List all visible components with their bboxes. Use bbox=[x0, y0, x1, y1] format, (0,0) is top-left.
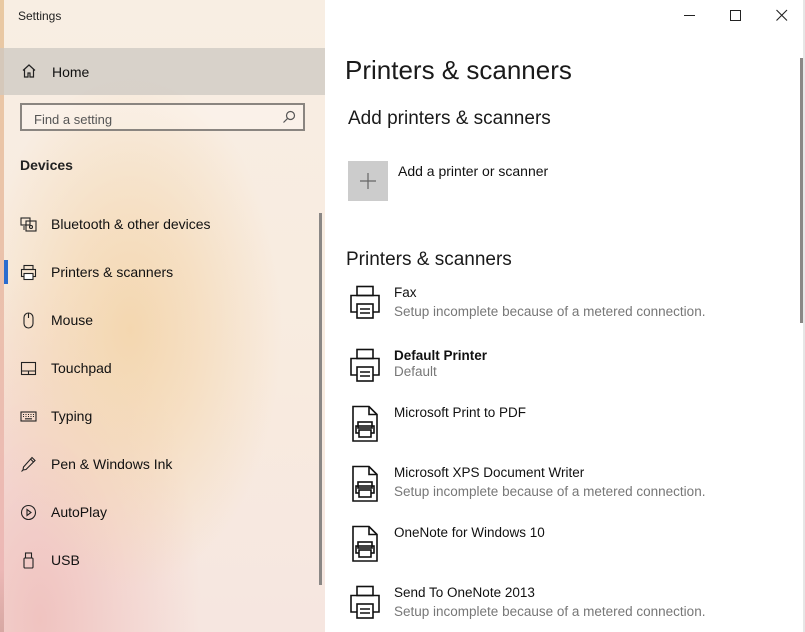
sidebar-item-bluetooth[interactable]: Bluetooth & other devices bbox=[0, 204, 318, 244]
sidebar-item-label: Typing bbox=[51, 408, 93, 424]
sidebar-item-label: Bluetooth & other devices bbox=[51, 216, 211, 232]
mouse-icon bbox=[23, 312, 34, 329]
settings-window: Settings Home Devices Bluetooth & other … bbox=[0, 0, 805, 632]
printer-icon bbox=[350, 348, 380, 382]
printer-status: Setup incomplete because of a metered co… bbox=[394, 484, 706, 499]
nav-scrollbar[interactable] bbox=[319, 213, 322, 585]
home-icon bbox=[22, 64, 36, 78]
add-printer-button[interactable] bbox=[348, 161, 388, 201]
bluetooth-devices-icon bbox=[20, 217, 37, 232]
close-button[interactable] bbox=[759, 0, 805, 31]
printer-name: OneNote for Windows 10 bbox=[394, 525, 545, 540]
printer-item-onenote-win10[interactable]: OneNote for Windows 10 bbox=[345, 525, 785, 575]
keyboard-icon bbox=[20, 411, 37, 422]
minimize-icon bbox=[684, 15, 695, 16]
sidebar-item-mouse[interactable]: Mouse bbox=[0, 300, 318, 340]
document-printer-icon bbox=[352, 465, 378, 502]
printer-item-fax[interactable]: Fax Setup incomplete because of a metere… bbox=[345, 285, 785, 335]
sidebar-item-label: Mouse bbox=[51, 312, 94, 328]
pen-icon bbox=[21, 456, 36, 472]
page-title: Printers & scanners bbox=[345, 55, 572, 85]
sidebar-item-pen[interactable]: Pen & Windows Ink bbox=[0, 444, 318, 484]
search-input[interactable] bbox=[32, 109, 276, 129]
printer-name: Microsoft Print to PDF bbox=[394, 405, 527, 420]
sidebar-item-label: AutoPlay bbox=[51, 504, 108, 520]
printer-item-send-to-onenote[interactable]: Send To OneNote 2013 Setup incomplete be… bbox=[345, 585, 785, 632]
sidebar-item-label: Pen & Windows Ink bbox=[51, 456, 173, 472]
sidebar-item-label: Printers & scanners bbox=[51, 264, 174, 280]
printer-name: Send To OneNote 2013 bbox=[394, 585, 535, 600]
sidebar-item-autoplay[interactable]: AutoPlay bbox=[0, 492, 318, 532]
printer-item-print-to-pdf[interactable]: Microsoft Print to PDF bbox=[345, 405, 785, 455]
plus-icon bbox=[360, 173, 376, 189]
printer-status: Setup incomplete because of a metered co… bbox=[394, 604, 706, 619]
maximize-icon bbox=[730, 10, 741, 21]
touchpad-icon bbox=[20, 361, 37, 376]
maximize-button[interactable] bbox=[713, 0, 759, 31]
document-printer-icon bbox=[352, 405, 378, 442]
navigation-pane: Settings Home Devices Bluetooth & other … bbox=[0, 0, 325, 632]
printer-name: Microsoft XPS Document Writer bbox=[394, 465, 585, 480]
sidebar-item-printers-scanners[interactable]: Printers & scanners bbox=[0, 252, 318, 292]
printer-name: Fax bbox=[394, 285, 417, 300]
add-printer-label[interactable]: Add a printer or scanner bbox=[398, 163, 548, 179]
window-title: Settings bbox=[18, 9, 62, 23]
sidebar-item-touchpad[interactable]: Touchpad bbox=[0, 348, 318, 388]
printer-item-xps-writer[interactable]: Microsoft XPS Document Writer Setup inco… bbox=[345, 465, 785, 515]
close-icon bbox=[776, 9, 788, 21]
sidebar-item-label: USB bbox=[51, 552, 80, 568]
add-section-title: Add printers & scanners bbox=[348, 108, 551, 129]
sidebar-item-typing[interactable]: Typing bbox=[0, 396, 318, 436]
document-printer-icon bbox=[352, 525, 378, 562]
sidebar-item-label: Touchpad bbox=[51, 360, 112, 376]
section-title: Devices bbox=[20, 157, 73, 173]
sidebar-item-usb[interactable]: USB bbox=[0, 540, 318, 580]
printers-section-title: Printers & scanners bbox=[346, 249, 512, 270]
nav-home-label: Home bbox=[52, 64, 90, 80]
content-pane: Printers & scanners Add printers & scann… bbox=[325, 0, 805, 632]
usb-icon bbox=[23, 552, 34, 569]
selection-indicator bbox=[4, 260, 8, 284]
search-icon[interactable] bbox=[282, 110, 296, 124]
printer-status: Setup incomplete because of a metered co… bbox=[394, 304, 706, 319]
nav-home[interactable]: Home bbox=[0, 48, 325, 95]
printer-icon bbox=[350, 585, 380, 619]
minimize-button[interactable] bbox=[667, 0, 713, 31]
autoplay-icon bbox=[20, 504, 37, 521]
printer-item-default[interactable]: Default Printer Default bbox=[345, 348, 785, 398]
printer-status: Default bbox=[394, 364, 437, 379]
search-box[interactable] bbox=[20, 103, 305, 131]
printer-icon bbox=[20, 264, 37, 281]
printer-name: Default Printer bbox=[394, 348, 488, 363]
printer-icon bbox=[350, 285, 380, 319]
